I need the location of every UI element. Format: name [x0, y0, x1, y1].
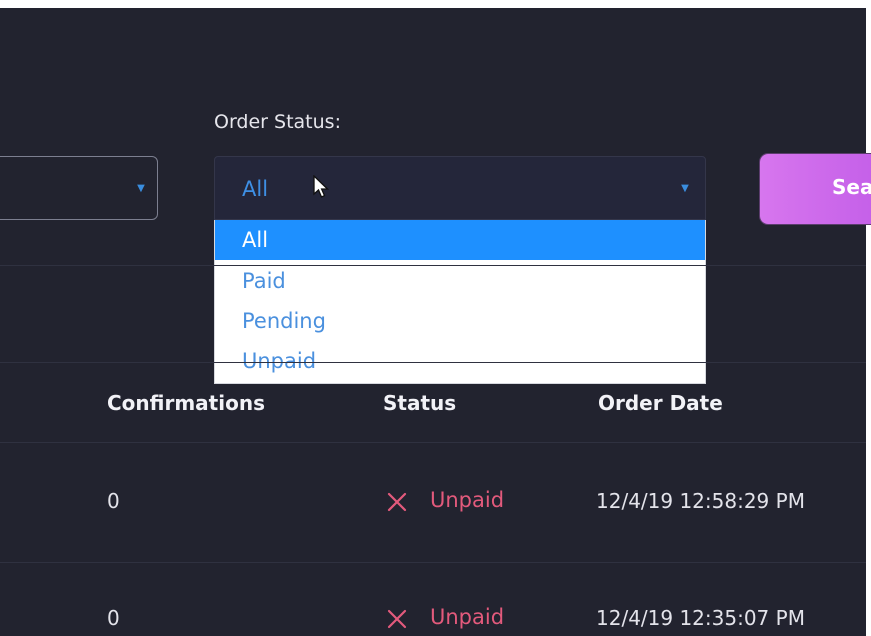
order-status-selected-value: All — [242, 177, 269, 201]
column-header-order-date[interactable]: Order Date — [598, 391, 723, 415]
row-2-status: Unpaid — [430, 605, 505, 629]
x-icon — [387, 492, 407, 512]
chevron-down-icon: ▼ — [137, 182, 145, 194]
column-header-confirmations[interactable]: Confirmations — [107, 391, 265, 415]
row-2-confirmations: 0 — [107, 606, 120, 630]
row-1-status: Unpaid — [430, 488, 505, 512]
mouse-cursor-icon — [313, 175, 330, 198]
row-divider — [0, 562, 866, 563]
table-top-divider — [0, 362, 866, 363]
row-2-order-date: 12/4/19 12:35:07 PM — [596, 606, 805, 630]
chevron-down-icon: ▼ — [681, 182, 689, 194]
dropdown-option-pending[interactable]: Pending — [215, 301, 705, 341]
screen-right-edge — [866, 0, 871, 636]
dropdown-option-paid[interactable]: Paid — [215, 261, 705, 301]
order-status-select[interactable]: All ▼ — [214, 156, 706, 220]
row-1-order-date: 12/4/19 12:58:29 PM — [596, 489, 805, 513]
dropdown-option-all[interactable]: All — [215, 220, 705, 260]
search-button[interactable]: Sea — [760, 154, 871, 224]
search-button-label: Sea — [832, 175, 871, 199]
order-status-label: Order Status: — [214, 111, 341, 133]
order-status-dropdown: All Paid Pending Unpaid — [214, 220, 706, 384]
section-divider — [0, 265, 866, 266]
previous-filter-select[interactable]: ▼ — [0, 156, 158, 220]
column-header-status[interactable]: Status — [383, 391, 456, 415]
row-1-confirmations: 0 — [107, 489, 120, 513]
screen-top-edge — [0, 0, 871, 8]
header-row-divider — [0, 442, 866, 443]
dropdown-option-unpaid[interactable]: Unpaid — [215, 341, 705, 381]
x-icon — [387, 609, 407, 629]
